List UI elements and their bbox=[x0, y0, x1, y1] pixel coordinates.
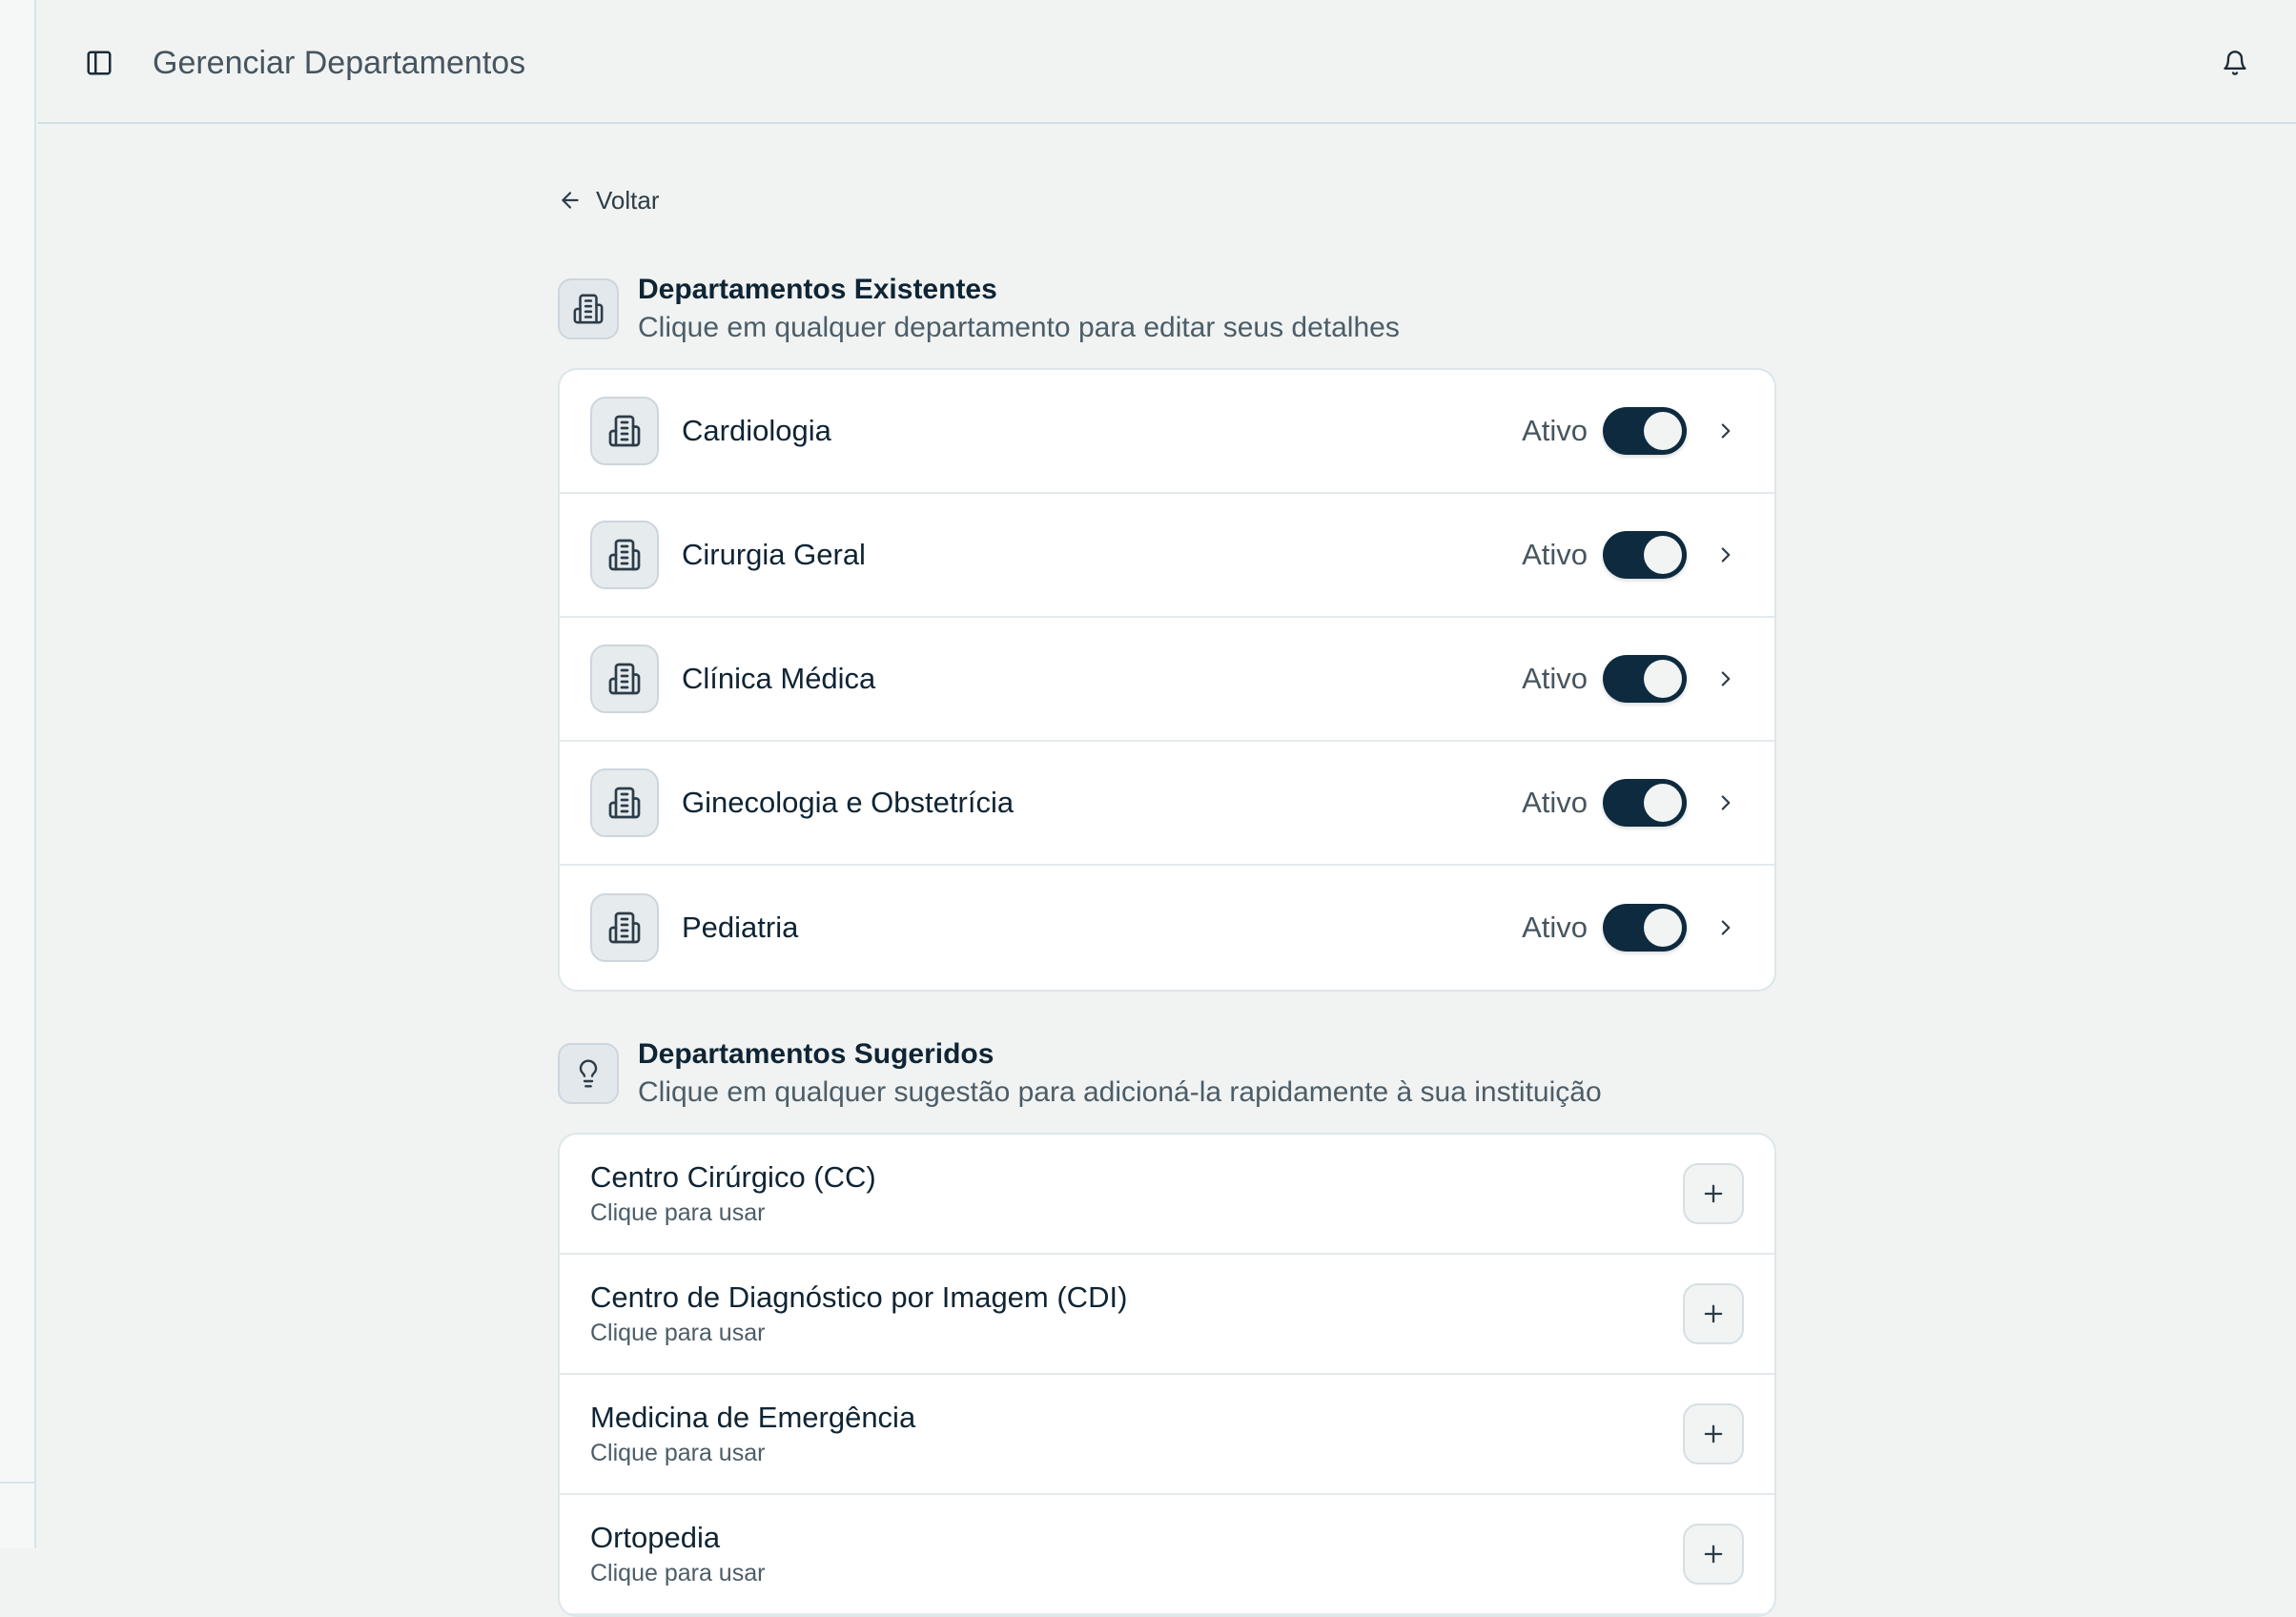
department-status: Ativo bbox=[1522, 414, 1588, 447]
chevron-right-icon[interactable] bbox=[1712, 541, 1740, 569]
active-toggle[interactable] bbox=[1603, 407, 1687, 455]
department-row-clinica-medica[interactable]: Clínica Médica Ativo bbox=[560, 618, 1774, 742]
lightbulb-icon bbox=[558, 1043, 619, 1104]
active-toggle[interactable] bbox=[1603, 904, 1687, 952]
department-name: Cardiologia bbox=[682, 414, 831, 447]
building-icon bbox=[558, 278, 619, 339]
panel-left-icon bbox=[87, 51, 112, 75]
department-name: Clínica Médica bbox=[682, 662, 876, 695]
department-row-pediatria[interactable]: Pediatria Ativo bbox=[560, 866, 1774, 990]
chevron-right-icon[interactable] bbox=[1712, 665, 1740, 693]
department-name: Cirurgia Geral bbox=[682, 538, 866, 571]
sidebar-footer bbox=[0, 1482, 36, 1548]
suggestion-hint: Clique para usar bbox=[590, 1320, 766, 1346]
suggestion-name: Centro de Diagnóstico por Imagem (CDI) bbox=[590, 1280, 1128, 1314]
department-row-cardiologia[interactable]: Cardiologia Ativo bbox=[560, 370, 1774, 494]
suggested-departments-header: Departamentos Sugeridos Clique em qualqu… bbox=[558, 1035, 1776, 1112]
active-toggle[interactable] bbox=[1603, 531, 1687, 579]
suggested-departments-list: Centro Cirúrgico (CC) Clique para usar C… bbox=[558, 1133, 1776, 1617]
back-label: Voltar bbox=[596, 185, 660, 215]
sidebar-collapsed bbox=[0, 0, 36, 1548]
page-title: Gerenciar Departamentos bbox=[153, 45, 526, 81]
notifications-button[interactable] bbox=[2212, 40, 2258, 86]
bell-icon bbox=[2224, 51, 2246, 75]
plus-icon bbox=[1704, 1304, 1723, 1323]
department-row-ginecologia[interactable]: Ginecologia e Obstetrícia Ativo bbox=[560, 742, 1774, 866]
suggestion-hint: Clique para usar bbox=[590, 1199, 766, 1226]
active-toggle[interactable] bbox=[1603, 655, 1687, 703]
department-status: Ativo bbox=[1522, 662, 1588, 695]
top-bar: Gerenciar Departamentos bbox=[38, 0, 2296, 124]
main-content: Voltar Departamentos Existentes Clique e… bbox=[558, 172, 1776, 1617]
section-subtitle: Clique em qualquer departamento para edi… bbox=[638, 312, 1400, 343]
department-row-cirurgia-geral[interactable]: Cirurgia Geral Ativo bbox=[560, 494, 1774, 618]
plus-icon bbox=[1704, 1184, 1723, 1203]
suggestion-row[interactable]: Ortopedia Clique para usar bbox=[560, 1495, 1774, 1615]
add-suggestion-button[interactable] bbox=[1683, 1163, 1744, 1224]
back-link[interactable]: Voltar bbox=[558, 172, 691, 229]
suggestion-name: Centro Cirúrgico (CC) bbox=[590, 1160, 876, 1194]
building-icon bbox=[590, 645, 659, 713]
suggestion-row[interactable]: Centro Cirúrgico (CC) Clique para usar bbox=[560, 1135, 1774, 1255]
add-suggestion-button[interactable] bbox=[1683, 1403, 1744, 1464]
suggestion-hint: Clique para usar bbox=[590, 1440, 766, 1466]
section-title: Departamentos Sugeridos bbox=[638, 1038, 994, 1070]
active-toggle[interactable] bbox=[1603, 779, 1687, 827]
building-icon bbox=[590, 397, 659, 465]
department-status: Ativo bbox=[1522, 538, 1588, 571]
department-name: Pediatria bbox=[682, 911, 799, 944]
add-suggestion-button[interactable] bbox=[1683, 1524, 1744, 1585]
suggestion-name: Medicina de Emergência bbox=[590, 1401, 916, 1434]
add-suggestion-button[interactable] bbox=[1683, 1283, 1744, 1344]
existing-departments-header: Departamentos Existentes Clique em qualq… bbox=[558, 271, 1776, 347]
department-status: Ativo bbox=[1522, 911, 1588, 944]
suggestion-row[interactable]: Centro de Diagnóstico por Imagem (CDI) C… bbox=[560, 1255, 1774, 1375]
department-name: Ginecologia e Obstetrícia bbox=[682, 786, 1015, 819]
suggestion-hint: Clique para usar bbox=[590, 1560, 766, 1586]
building-icon bbox=[590, 521, 659, 589]
sidebar-toggle-button[interactable] bbox=[76, 40, 122, 86]
section-title: Departamentos Existentes bbox=[638, 274, 997, 305]
department-status: Ativo bbox=[1522, 786, 1588, 819]
building-icon bbox=[590, 768, 659, 837]
chevron-right-icon[interactable] bbox=[1712, 913, 1740, 942]
building-icon bbox=[590, 893, 659, 962]
chevron-right-icon[interactable] bbox=[1712, 417, 1740, 445]
arrow-left-icon bbox=[562, 192, 579, 209]
section-subtitle: Clique em qualquer sugestão para adicion… bbox=[638, 1076, 1602, 1108]
plus-icon bbox=[1704, 1545, 1723, 1564]
plus-icon bbox=[1704, 1424, 1723, 1443]
chevron-right-icon[interactable] bbox=[1712, 788, 1740, 817]
suggestion-row[interactable]: Medicina de Emergência Clique para usar bbox=[560, 1375, 1774, 1495]
suggestion-name: Ortopedia bbox=[590, 1521, 721, 1554]
existing-departments-list: Cardiologia Ativo Cirurgia Geral Ativo C… bbox=[558, 368, 1776, 992]
